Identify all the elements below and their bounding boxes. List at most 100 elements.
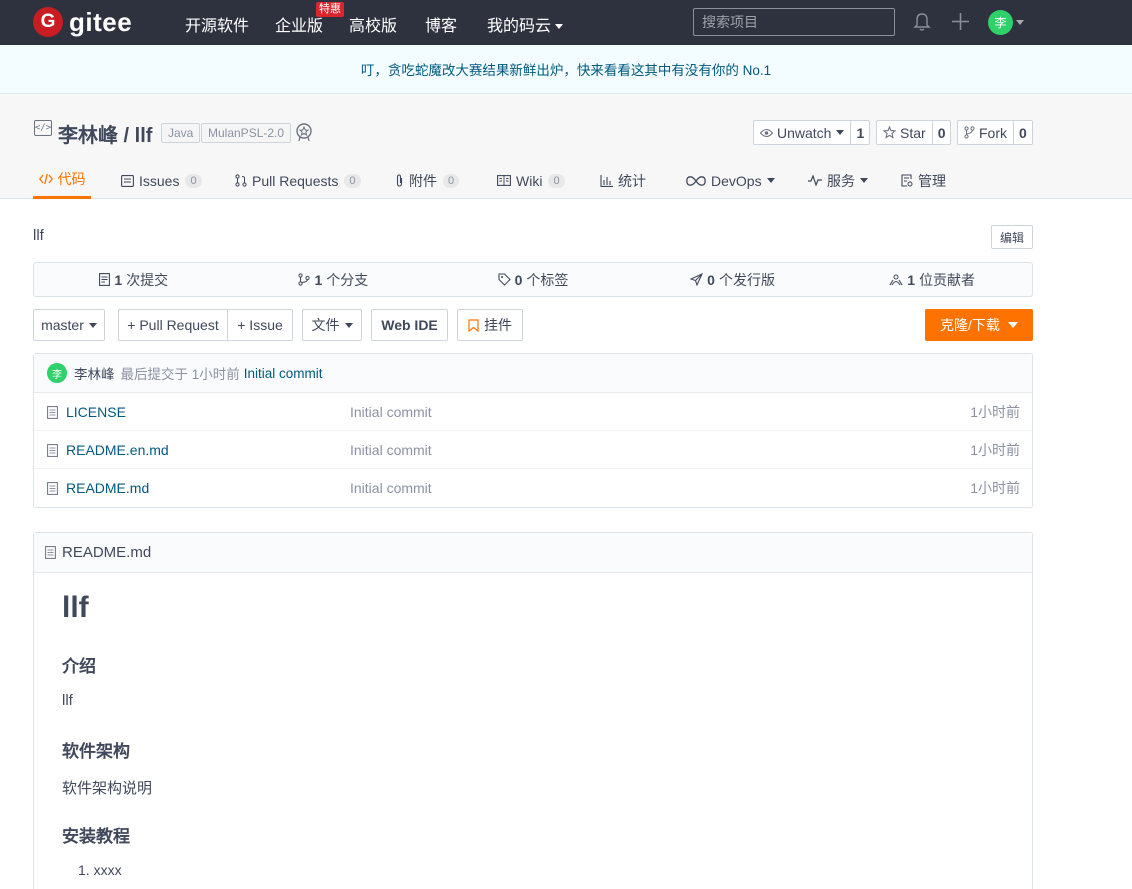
tab-pull-requests[interactable]: Pull Requests 0 (235, 162, 361, 199)
branch-select-label: master (41, 317, 84, 333)
tab-code[interactable]: 代码 (33, 162, 91, 199)
clone-download-button[interactable]: 克隆/下载 (925, 309, 1033, 341)
readme-install-heading: 安装教程 (62, 827, 130, 846)
announcement-link[interactable]: 叮，贪吃蛇魔改大赛结果新鲜出炉，快来看看这其中有没有你的 No.1 (361, 59, 771, 79)
tab-manage-label: 管理 (918, 172, 946, 189)
stat-commits-label: 次提交 (126, 271, 169, 288)
file-icon (47, 406, 58, 419)
stat-branches[interactable]: 1 个分支 (234, 263, 434, 296)
watch-count[interactable]: 1 (850, 121, 869, 144)
watch-button[interactable]: Unwatch 1 (753, 120, 871, 145)
code-repo-icon: </> (34, 120, 52, 136)
file-row[interactable]: README.md Initial commit 1小时前 (34, 469, 1032, 507)
top-navbar: G gitee 开源软件 企业版 特惠 高校版 博客 我的码云 李 (0, 0, 1132, 45)
commit-message[interactable]: Initial commit (244, 366, 323, 381)
readme-arch-text: 软件架构说明 (62, 780, 153, 797)
file-browser: 李 李林峰 最后提交于 1小时前 Initial commit LICENSE … (33, 353, 1033, 508)
stat-branches-label: 个分支 (326, 271, 369, 288)
nav-my-gitee[interactable]: 我的码云 (487, 12, 564, 36)
stat-commits[interactable]: 1 次提交 (34, 263, 234, 296)
contributors-icon (889, 274, 903, 285)
stat-releases-label: 个发行版 (718, 271, 775, 288)
new-issue-button[interactable]: + Issue (227, 309, 293, 341)
award-icon[interactable] (294, 122, 314, 142)
stat-tags[interactable]: 0 个标签 (433, 263, 633, 296)
eye-icon (760, 128, 773, 137)
code-icon (38, 173, 53, 185)
infinity-icon (686, 175, 706, 186)
fork-count[interactable]: 0 (1013, 121, 1032, 144)
readme-intro-text: llf (62, 692, 73, 709)
search-input[interactable] (693, 8, 895, 36)
gitee-logo[interactable]: G gitee (33, 7, 132, 37)
chevron-down-icon (766, 178, 775, 183)
bell-icon[interactable] (913, 12, 931, 32)
file-time: 1小时前 (970, 480, 1020, 496)
tab-issues-count: 0 (185, 173, 202, 188)
file-row[interactable]: LICENSE Initial commit 1小时前 (34, 393, 1032, 431)
stat-releases-count: 0 (707, 271, 715, 288)
repo-title[interactable]: 李林峰 / llf (58, 119, 152, 148)
committer-avatar[interactable]: 李 (47, 363, 67, 383)
nav-blog[interactable]: 博客 (425, 12, 457, 36)
tab-devops[interactable]: DevOps (686, 162, 775, 199)
readme-title: llf (62, 591, 89, 624)
language-tag[interactable]: Java (161, 123, 201, 143)
nav-my-gitee-label: 我的码云 (487, 18, 552, 35)
tab-services[interactable]: 服务 (808, 162, 868, 199)
readme-panel: README.md llf 介绍 llf 软件架构 软件架构说明 安装教程 1.… (33, 532, 1033, 889)
fork-button[interactable]: Fork 0 (957, 120, 1033, 145)
stat-contributors[interactable]: 1 位贡献者 (832, 263, 1032, 296)
bookmark-icon (468, 318, 479, 332)
star-count[interactable]: 0 (931, 121, 951, 144)
widget-button[interactable]: 挂件 (457, 309, 523, 341)
web-ide-button[interactable]: Web IDE (371, 309, 448, 341)
nav-open-source[interactable]: 开源软件 (185, 12, 249, 36)
readme-intro-heading: 介绍 (62, 657, 96, 676)
new-pull-request-button[interactable]: + Pull Request (118, 309, 228, 341)
pulse-icon (808, 175, 822, 186)
commit-doc-icon (99, 273, 111, 286)
readme-arch-heading: 软件架构 (62, 742, 130, 761)
tab-attachments-label: 附件 (409, 172, 437, 189)
stat-releases[interactable]: 0 个发行版 (633, 263, 833, 296)
user-avatar[interactable]: 李 (988, 10, 1013, 35)
tab-devops-label: DevOps (711, 172, 762, 189)
commit-author[interactable]: 李林峰 (74, 363, 115, 383)
star-button[interactable]: Star 0 (876, 120, 952, 145)
tab-attachments[interactable]: 附件 0 (395, 162, 460, 199)
book-icon (497, 175, 511, 186)
tab-wiki[interactable]: Wiki 0 (497, 162, 565, 199)
commit-meta: 最后提交于 1小时前 (120, 367, 240, 382)
stat-tags-count: 0 (514, 271, 523, 288)
fork-icon (964, 126, 975, 139)
tab-stats[interactable]: 统计 (600, 162, 646, 199)
tab-issues[interactable]: Issues 0 (121, 162, 202, 199)
edit-description-button[interactable]: 编辑 (991, 225, 1033, 249)
fork-label: Fork (979, 124, 1007, 141)
file-name[interactable]: LICENSE (66, 404, 126, 420)
files-menu-button[interactable]: 文件 (302, 309, 362, 341)
file-commit-message[interactable]: Initial commit (350, 404, 432, 420)
file-time: 1小时前 (970, 403, 1020, 420)
license-tag[interactable]: MulanPSL-2.0 (201, 123, 292, 143)
readme-install-item: 1. xxxx (78, 862, 122, 878)
file-name[interactable]: README.en.md (66, 442, 169, 458)
chevron-down-icon (860, 178, 868, 183)
file-row[interactable]: README.en.md Initial commit 1小时前 (34, 431, 1032, 469)
branch-select[interactable]: master (33, 309, 105, 341)
repo-stats-bar: 1 次提交 1 个分支 0 个标签 0 个发行版 1 位贡献者 (33, 262, 1033, 297)
file-time: 1小时前 (970, 441, 1020, 458)
chevron-down-icon[interactable] (1016, 20, 1024, 25)
file-commit-message[interactable]: Initial commit (350, 442, 432, 458)
plus-icon[interactable] (951, 12, 970, 31)
file-name[interactable]: README.md (66, 480, 149, 496)
tab-attachments-count: 0 (443, 173, 460, 188)
logo-text: gitee (69, 6, 133, 37)
nav-university[interactable]: 高校版 (349, 12, 397, 36)
latest-commit-bar: 李 李林峰 最后提交于 1小时前 Initial commit (34, 354, 1032, 393)
chevron-down-icon (555, 24, 564, 30)
logo-badge: G (33, 7, 63, 37)
file-commit-message[interactable]: Initial commit (350, 480, 432, 496)
tab-manage[interactable]: 管理 (901, 162, 946, 199)
